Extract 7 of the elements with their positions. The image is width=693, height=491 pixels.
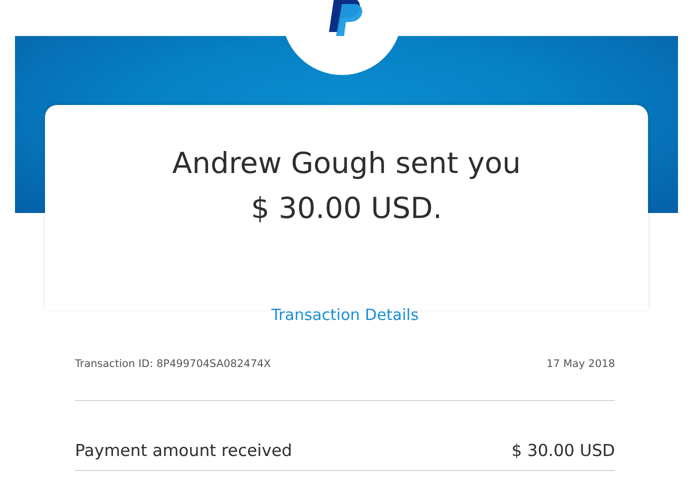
- row-label: Payment amount received: [75, 441, 292, 460]
- headline: Andrew Gough sent you: [172, 145, 521, 182]
- transaction-date: 17 May 2018: [546, 358, 615, 370]
- row-value: $ 30.00 USD: [512, 441, 615, 460]
- transaction-details-link[interactable]: Transaction Details: [271, 306, 419, 324]
- amount-text: $ 30.00 USD.: [250, 190, 442, 227]
- transaction-id: Transaction ID: 8P499704SA082474X: [75, 358, 271, 370]
